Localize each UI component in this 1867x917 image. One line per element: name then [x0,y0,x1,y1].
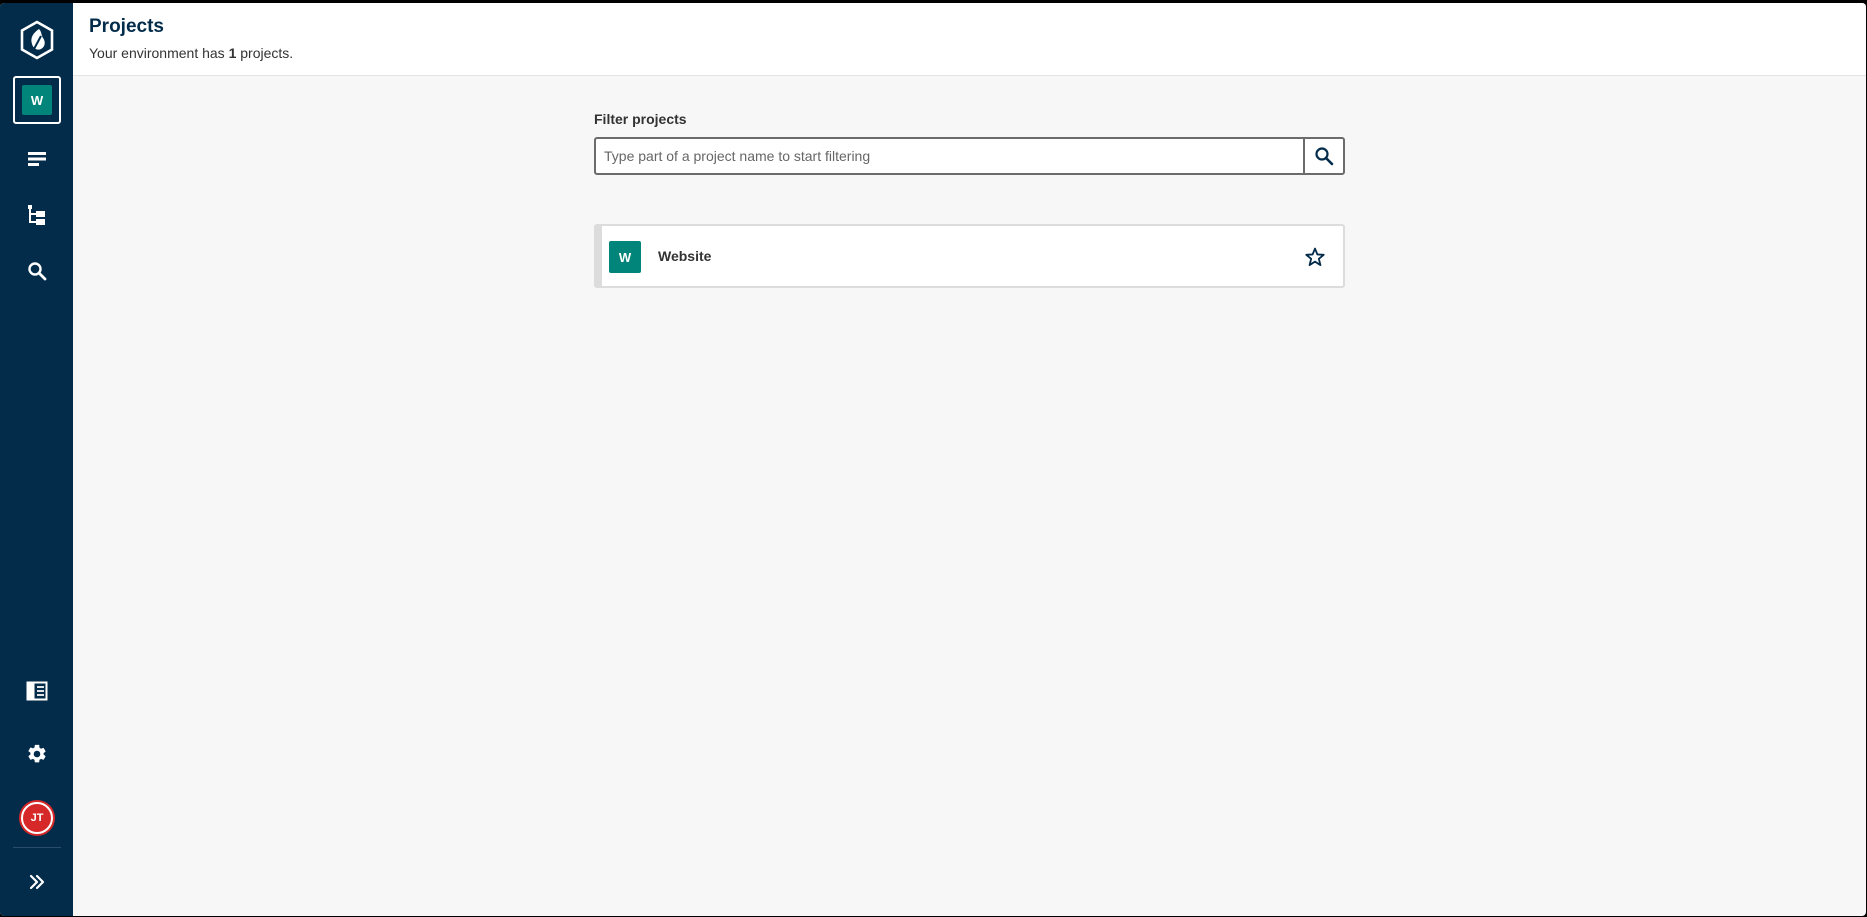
search-icon[interactable] [13,247,61,295]
subtitle-prefix: Your environment has [89,45,229,61]
user-avatar-button[interactable]: JT [13,794,61,842]
favorite-star-button[interactable] [1303,245,1327,269]
page-header: Projects Your environment has 1 projects… [73,3,1866,76]
filter-label: Filter projects [594,111,687,127]
subtitle-suffix: projects. [236,45,294,61]
project-avatar: W [609,241,641,273]
docs-icon[interactable] [13,667,61,715]
project-avatar: W [22,85,52,115]
filter-box [594,137,1345,175]
expand-icon[interactable] [13,858,61,906]
list-icon[interactable] [13,135,61,183]
app-window: W JT Projects Your environment has 1 pro… [0,3,1866,916]
page-title: Projects [89,16,164,37]
gear-icon[interactable] [13,730,61,778]
sidebar-divider [13,847,61,848]
project-card[interactable]: W Website [594,224,1345,288]
logo-icon[interactable] [13,16,61,64]
tree-icon[interactable] [13,191,61,239]
star-icon [1305,247,1325,266]
current-project-button[interactable]: W [13,76,61,124]
filter-search-button[interactable] [1303,139,1343,173]
sidebar: W JT [0,3,73,916]
project-name: Website [658,248,712,264]
search-icon [1315,147,1334,166]
avatar: JT [21,802,53,834]
filter-input[interactable] [596,139,1303,173]
page-subtitle: Your environment has 1 projects. [89,45,293,61]
